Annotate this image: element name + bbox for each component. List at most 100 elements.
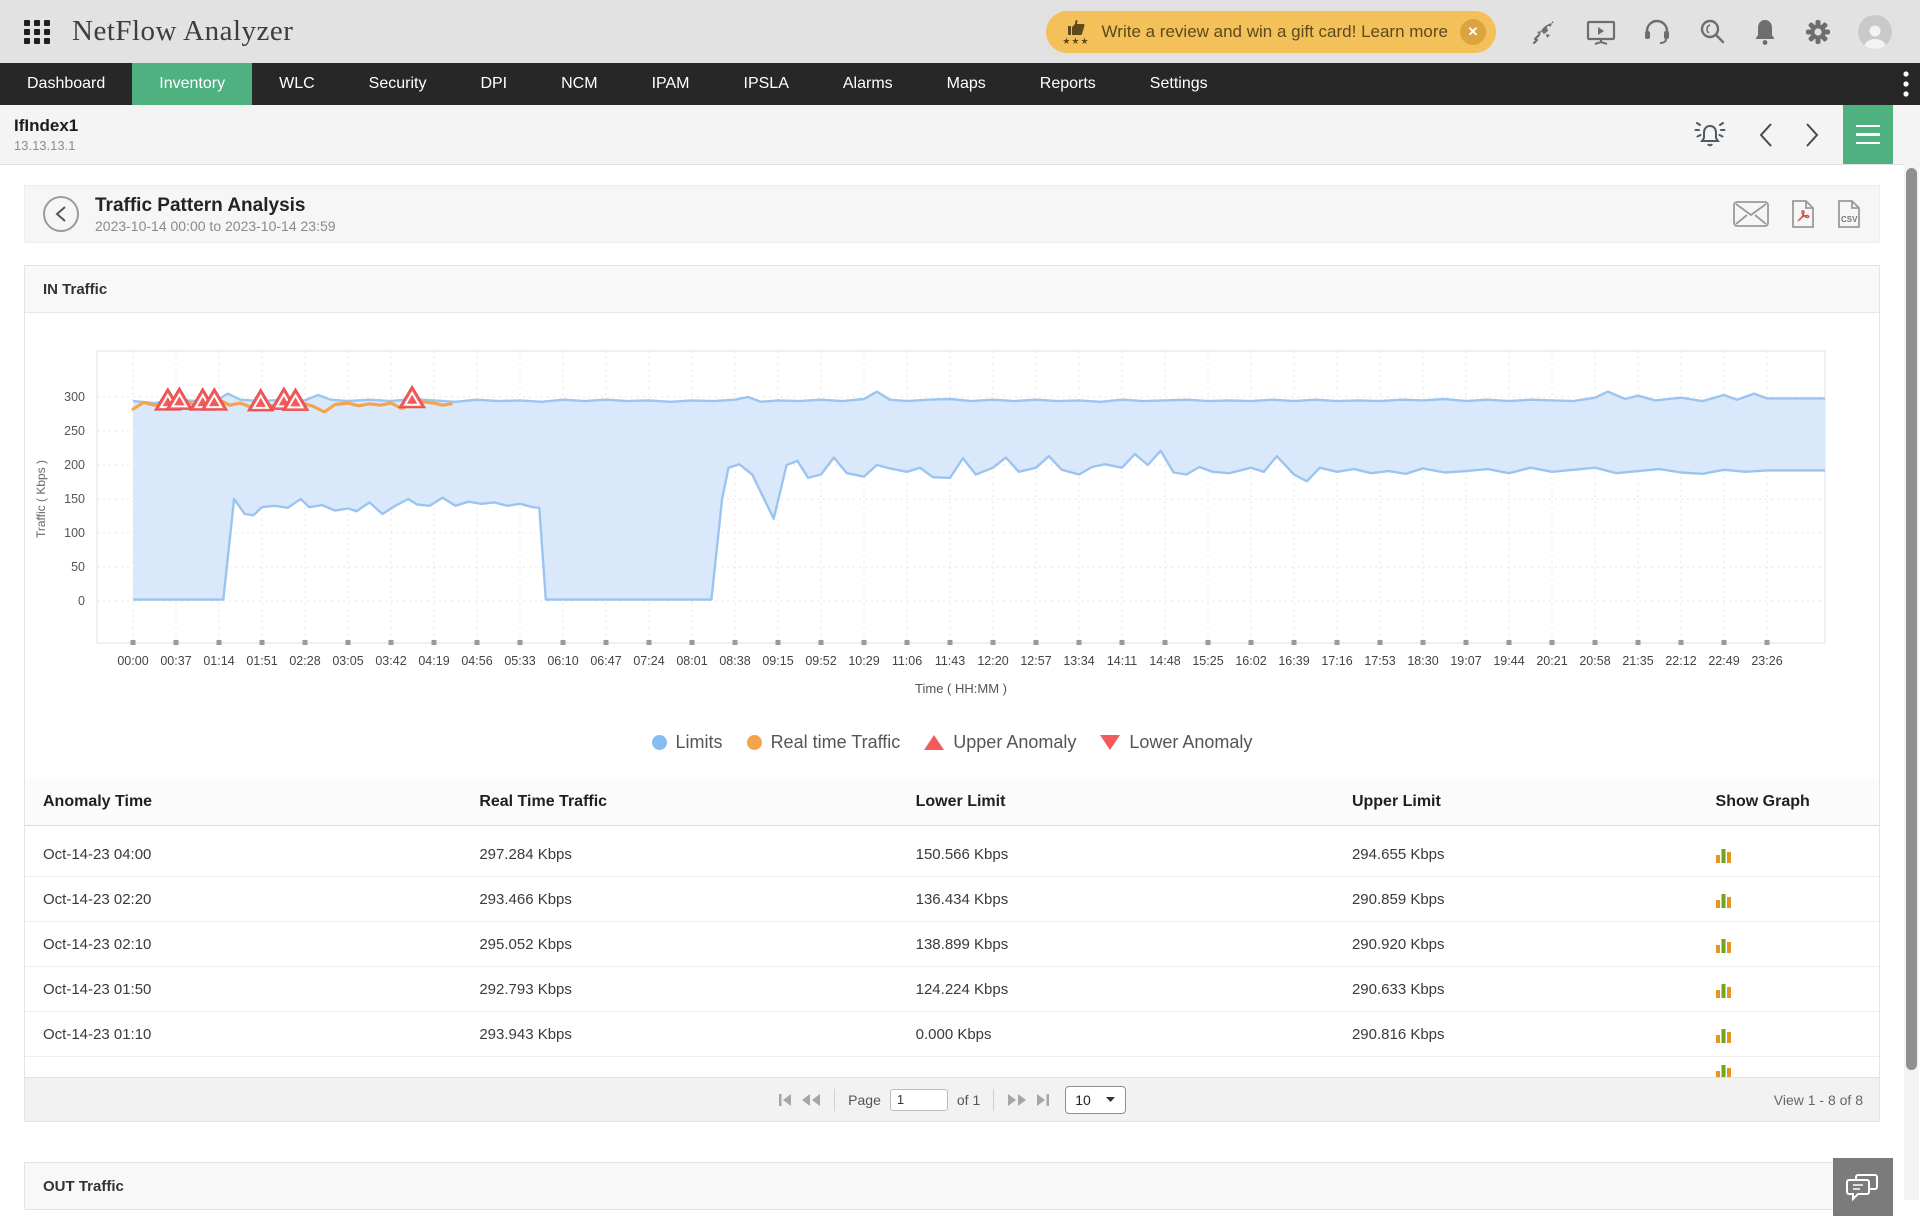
table-row: Oct-14-23 01:10293.943 Kbps0.000 Kbps290… xyxy=(25,1012,1879,1057)
nav-overflow-kebab-icon[interactable] xyxy=(1902,63,1910,105)
cell-anomaly_time: Oct-14-23 01:50 xyxy=(43,981,479,998)
upper-anomaly-marker-icon xyxy=(924,735,944,750)
table-row: Oct-14-23 04:00297.284 Kbps150.566 Kbps2… xyxy=(25,832,1879,877)
cell-real_time_traffic: 293.943 Kbps xyxy=(479,1026,915,1043)
svg-text:06:47: 06:47 xyxy=(590,654,621,668)
lower-anomaly-marker-icon xyxy=(1100,735,1120,750)
interface-header: IfIndex1 13.13.13.1 xyxy=(0,105,1920,165)
svg-text:00:00: 00:00 xyxy=(117,654,148,668)
prev-interface-chevron-icon[interactable] xyxy=(1758,121,1774,149)
notifications-bell-icon[interactable] xyxy=(1752,17,1778,47)
page-scrollbar-thumb[interactable] xyxy=(1906,168,1917,1070)
nav-item-maps[interactable]: Maps xyxy=(920,63,1013,105)
back-button[interactable] xyxy=(43,196,79,232)
page-size-value: 10 xyxy=(1075,1092,1091,1108)
review-banner[interactable]: ★★★ Write a review and win a gift card! … xyxy=(1046,11,1496,53)
svg-text:200: 200 xyxy=(64,458,85,472)
svg-text:04:19: 04:19 xyxy=(418,654,449,668)
main-nav: DashboardInventoryWLCSecurityDPINCMIPAMI… xyxy=(0,63,1920,105)
svg-text:CSV: CSV xyxy=(1841,215,1858,224)
svg-text:08:38: 08:38 xyxy=(719,654,750,668)
show-graph-icon[interactable] xyxy=(1716,935,1861,953)
page-of-text: of 1 xyxy=(957,1092,980,1108)
thumbs-up-icon: ★★★ xyxy=(1062,18,1089,46)
show-graph-icon[interactable] xyxy=(1716,890,1861,908)
last-page-icon[interactable] xyxy=(1036,1093,1050,1107)
view-range-text: View 1 - 8 of 8 xyxy=(1774,1092,1863,1108)
global-search-icon[interactable] xyxy=(1697,17,1727,47)
nav-item-ncm[interactable]: NCM xyxy=(534,63,624,105)
legend-upper-anomaly[interactable]: Upper Anomaly xyxy=(924,732,1076,753)
review-banner-text: Write a review and win a gift card! Lear… xyxy=(1102,22,1448,42)
svg-text:16:02: 16:02 xyxy=(1235,654,1266,668)
svg-text:50: 50 xyxy=(71,560,85,574)
email-report-icon[interactable] xyxy=(1733,201,1769,227)
banner-close-icon[interactable]: ✕ xyxy=(1460,19,1486,45)
cell-upper_limit: 290.859 Kbps xyxy=(1352,891,1716,908)
cell-anomaly_time: Oct-14-23 01:10 xyxy=(43,1026,479,1043)
nav-item-dashboard[interactable]: Dashboard xyxy=(0,63,132,105)
support-headset-icon[interactable] xyxy=(1642,17,1672,47)
export-pdf-icon[interactable] xyxy=(1791,200,1815,228)
nav-item-inventory[interactable]: Inventory xyxy=(132,63,252,105)
anomaly-table-body: Oct-14-23 04:00297.284 Kbps150.566 Kbps2… xyxy=(25,826,1879,1057)
export-csv-icon[interactable]: CSV xyxy=(1837,200,1861,228)
cell-upper_limit: 290.633 Kbps xyxy=(1352,981,1716,998)
show-graph-icon[interactable] xyxy=(1716,1025,1861,1043)
prev-page-icon[interactable] xyxy=(801,1093,821,1107)
next-interface-chevron-icon[interactable] xyxy=(1804,121,1820,149)
svg-text:04:56: 04:56 xyxy=(461,654,492,668)
demo-video-icon[interactable] xyxy=(1585,17,1617,47)
col-real-time-traffic: Real Time Traffic xyxy=(479,793,915,811)
legend-limits[interactable]: Limits xyxy=(652,732,723,753)
nav-item-security[interactable]: Security xyxy=(342,63,454,105)
legend-lower-anomaly[interactable]: Lower Anomaly xyxy=(1100,732,1252,753)
page-size-select[interactable]: 10 xyxy=(1065,1086,1126,1114)
table-row: Oct-14-23 02:10295.052 Kbps138.899 Kbps2… xyxy=(25,922,1879,967)
svg-text:15:25: 15:25 xyxy=(1192,654,1223,668)
nav-item-wlc[interactable]: WLC xyxy=(252,63,342,105)
nav-items: DashboardInventoryWLCSecurityDPINCMIPAMI… xyxy=(0,63,1235,105)
app-title: NetFlow Analyzer xyxy=(72,15,293,48)
traffic-pattern-chart[interactable]: 05010015020025030000:0000:3701:1401:5102… xyxy=(25,313,1877,705)
feedback-chat-button[interactable] xyxy=(1833,1158,1893,1216)
first-page-icon[interactable] xyxy=(778,1093,792,1107)
table-pagination: Page of 1 10 View 1 - 8 of 8 xyxy=(25,1077,1879,1121)
main-content: Traffic Pattern Analysis 2023-10-14 00:0… xyxy=(0,185,1920,1210)
alarm-bell-icon[interactable] xyxy=(1692,118,1728,152)
next-page-icon[interactable] xyxy=(1007,1093,1027,1107)
app-grid-icon[interactable] xyxy=(22,17,52,47)
nav-item-ipam[interactable]: IPAM xyxy=(625,63,717,105)
show-graph-icon[interactable] xyxy=(1716,845,1861,863)
settings-gear-icon[interactable] xyxy=(1803,17,1833,47)
nav-item-reports[interactable]: Reports xyxy=(1013,63,1123,105)
table-row: Oct-14-23 02:20293.466 Kbps136.434 Kbps2… xyxy=(25,877,1879,922)
user-avatar[interactable] xyxy=(1858,15,1892,49)
anomaly-table-header: Anomaly Time Real Time Traffic Lower Lim… xyxy=(25,779,1879,826)
cell-anomaly_time: Oct-14-23 02:10 xyxy=(43,936,479,953)
chevron-down-icon xyxy=(1105,1096,1116,1103)
show-graph-icon[interactable] xyxy=(1716,1061,1861,1077)
legend-realtime[interactable]: Real time Traffic xyxy=(747,732,901,753)
cell-lower_limit: 124.224 Kbps xyxy=(916,981,1352,998)
banner-stars: ★★★ xyxy=(1062,36,1089,46)
svg-text:01:51: 01:51 xyxy=(246,654,277,668)
nav-item-ipsla[interactable]: IPSLA xyxy=(717,63,816,105)
cell-real_time_traffic: 297.284 Kbps xyxy=(479,846,915,863)
page-number-input[interactable] xyxy=(890,1089,948,1111)
table-row-partial xyxy=(25,1057,1879,1077)
limits-marker-icon xyxy=(652,735,667,750)
show-graph-icon[interactable] xyxy=(1716,980,1861,998)
svg-text:150: 150 xyxy=(64,492,85,506)
nav-item-dpi[interactable]: DPI xyxy=(453,63,534,105)
interface-ip: 13.13.13.1 xyxy=(14,138,78,153)
nav-item-settings[interactable]: Settings xyxy=(1123,63,1235,105)
svg-text:Traffic ( Kbps ): Traffic ( Kbps ) xyxy=(34,460,48,538)
rocket-icon[interactable] xyxy=(1530,17,1560,47)
svg-text:08:01: 08:01 xyxy=(676,654,707,668)
svg-text:0: 0 xyxy=(78,594,85,608)
panel-menu-button[interactable] xyxy=(1843,105,1893,164)
nav-item-alarms[interactable]: Alarms xyxy=(816,63,920,105)
svg-text:23:26: 23:26 xyxy=(1751,654,1782,668)
svg-text:02:28: 02:28 xyxy=(289,654,320,668)
